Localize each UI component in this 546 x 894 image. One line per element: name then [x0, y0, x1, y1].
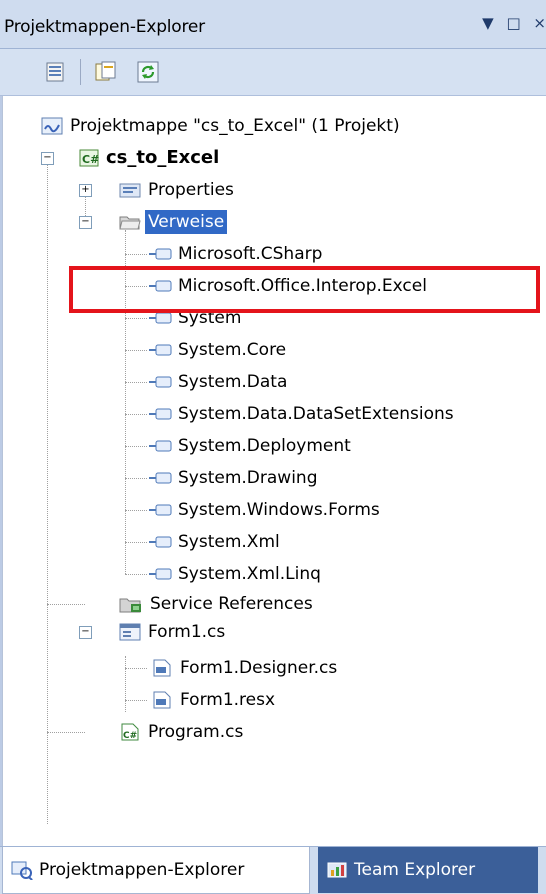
service-references-node[interactable]: Service References — [119, 592, 419, 616]
title-controls: ▼ □ × — [474, 14, 546, 32]
form-designer-label: Form1.Designer.cs — [180, 658, 338, 678]
reference-item[interactable]: System.Data.DataSetExtensions — [125, 402, 525, 426]
window-title: Projektmappen-Explorer — [4, 17, 205, 37]
tool-window-tabs: Projektmappen-Explorer Team Explorer — [0, 846, 546, 894]
assembly-reference-icon — [149, 248, 172, 260]
refresh-icon[interactable] — [136, 60, 160, 84]
tab-solution-explorer-label: Projektmappen-Explorer — [39, 860, 245, 880]
reference-item[interactable]: System.Deployment — [125, 434, 505, 458]
service-references-label: Service References — [150, 594, 313, 614]
maximize-icon[interactable]: □ — [506, 14, 520, 32]
csharp-project-icon: C# — [79, 149, 99, 167]
reference-label: Microsoft.CSharp — [178, 244, 323, 264]
collapse-project-icon[interactable]: − — [41, 152, 54, 165]
tree-line — [125, 700, 147, 701]
assembly-reference-icon — [149, 472, 172, 484]
reference-label: System.Data — [178, 372, 288, 392]
solution-tree: Projektmappe "cs_to_Excel" (1 Projekt) −… — [2, 96, 546, 846]
tree-line — [47, 732, 85, 733]
toolbar — [0, 49, 546, 96]
reference-item[interactable]: System.Windows.Forms — [125, 498, 505, 522]
assembly-reference-icon — [149, 536, 172, 548]
collapse-references-icon[interactable]: − — [79, 216, 92, 229]
assembly-reference-icon — [149, 504, 172, 516]
tree-line — [125, 668, 147, 669]
program-node[interactable]: C# Program.cs — [119, 720, 319, 744]
form-designer-node[interactable]: Form1.Designer.cs — [151, 656, 451, 680]
project-node[interactable]: C# cs_to_Excel — [79, 146, 379, 170]
form-resx-label: Form1.resx — [180, 690, 276, 710]
team-explorer-icon — [327, 862, 347, 878]
tab-team-explorer[interactable]: Team Explorer — [318, 847, 538, 893]
assembly-reference-icon — [149, 440, 172, 452]
properties-folder-icon — [119, 183, 141, 198]
project-label: cs_to_Excel — [106, 147, 220, 168]
reference-label: System.Xml — [178, 532, 280, 552]
solution-label: Projektmappe "cs_to_Excel" (1 Projekt) — [70, 116, 400, 136]
solution-icon — [41, 117, 63, 135]
assembly-reference-icon — [149, 408, 172, 420]
form-label: Form1.cs — [148, 622, 226, 642]
reference-label: System.Xml.Linq — [178, 564, 321, 584]
toolbar-separator — [80, 59, 81, 85]
reference-item[interactable]: System.Xml.Linq — [125, 562, 505, 586]
reference-label: System.Core — [178, 340, 287, 360]
reference-item[interactable]: System.Core — [125, 338, 505, 362]
properties-label: Properties — [148, 180, 234, 200]
reference-item[interactable]: Microsoft.CSharp — [125, 242, 505, 266]
reference-item[interactable]: System.Xml — [125, 530, 505, 554]
tab-solution-explorer[interactable]: Projektmappen-Explorer — [2, 847, 310, 894]
highlight-annotation — [69, 266, 540, 313]
reference-item[interactable]: System.Data — [125, 370, 505, 394]
expand-properties-icon[interactable]: + — [79, 184, 92, 197]
dropdown-icon[interactable]: ▼ — [482, 14, 494, 32]
reference-label: System.Windows.Forms — [178, 500, 380, 520]
csharp-file-icon — [153, 659, 171, 677]
reference-label: System.Drawing — [178, 468, 318, 488]
resource-file-icon — [153, 691, 171, 709]
form-node[interactable]: Form1.cs — [119, 620, 319, 644]
tab-team-explorer-label: Team Explorer — [354, 860, 476, 880]
reference-label: System.Data.DataSetExtensions — [178, 404, 454, 424]
show-all-files-icon[interactable] — [94, 60, 118, 84]
program-label: Program.cs — [148, 722, 244, 742]
tree-line — [125, 656, 126, 712]
reference-item[interactable]: System.Drawing — [125, 466, 505, 490]
tree-line — [47, 164, 48, 824]
close-icon[interactable]: × — [533, 14, 546, 32]
solution-explorer-window: Projektmappen-Explorer ▼ □ × Projektmapp… — [0, 0, 546, 894]
properties-icon[interactable] — [44, 60, 68, 84]
references-node[interactable]: Verweise — [119, 210, 279, 234]
solution-explorer-icon — [11, 861, 33, 880]
reference-label: System.Deployment — [178, 436, 351, 456]
service-references-folder-icon — [119, 598, 141, 613]
svg-text:C#: C# — [82, 153, 99, 166]
assembly-reference-icon — [149, 568, 172, 580]
form-resx-node[interactable]: Form1.resx — [151, 688, 451, 712]
title-bar: Projektmappen-Explorer ▼ □ × — [0, 0, 546, 49]
solution-node[interactable]: Projektmappe "cs_to_Excel" (1 Projekt) — [41, 114, 501, 138]
open-folder-icon — [119, 216, 141, 230]
assembly-reference-icon — [149, 376, 172, 388]
csharp-file-icon: C# — [121, 723, 139, 741]
form-file-icon — [119, 623, 141, 641]
tree-line — [85, 196, 86, 216]
properties-node[interactable]: Properties — [119, 178, 319, 202]
assembly-reference-icon — [149, 344, 172, 356]
tree-line — [47, 604, 85, 605]
collapse-form-icon[interactable]: − — [79, 626, 92, 639]
svg-text:C#: C# — [123, 731, 137, 741]
references-label: Verweise — [145, 210, 228, 234]
